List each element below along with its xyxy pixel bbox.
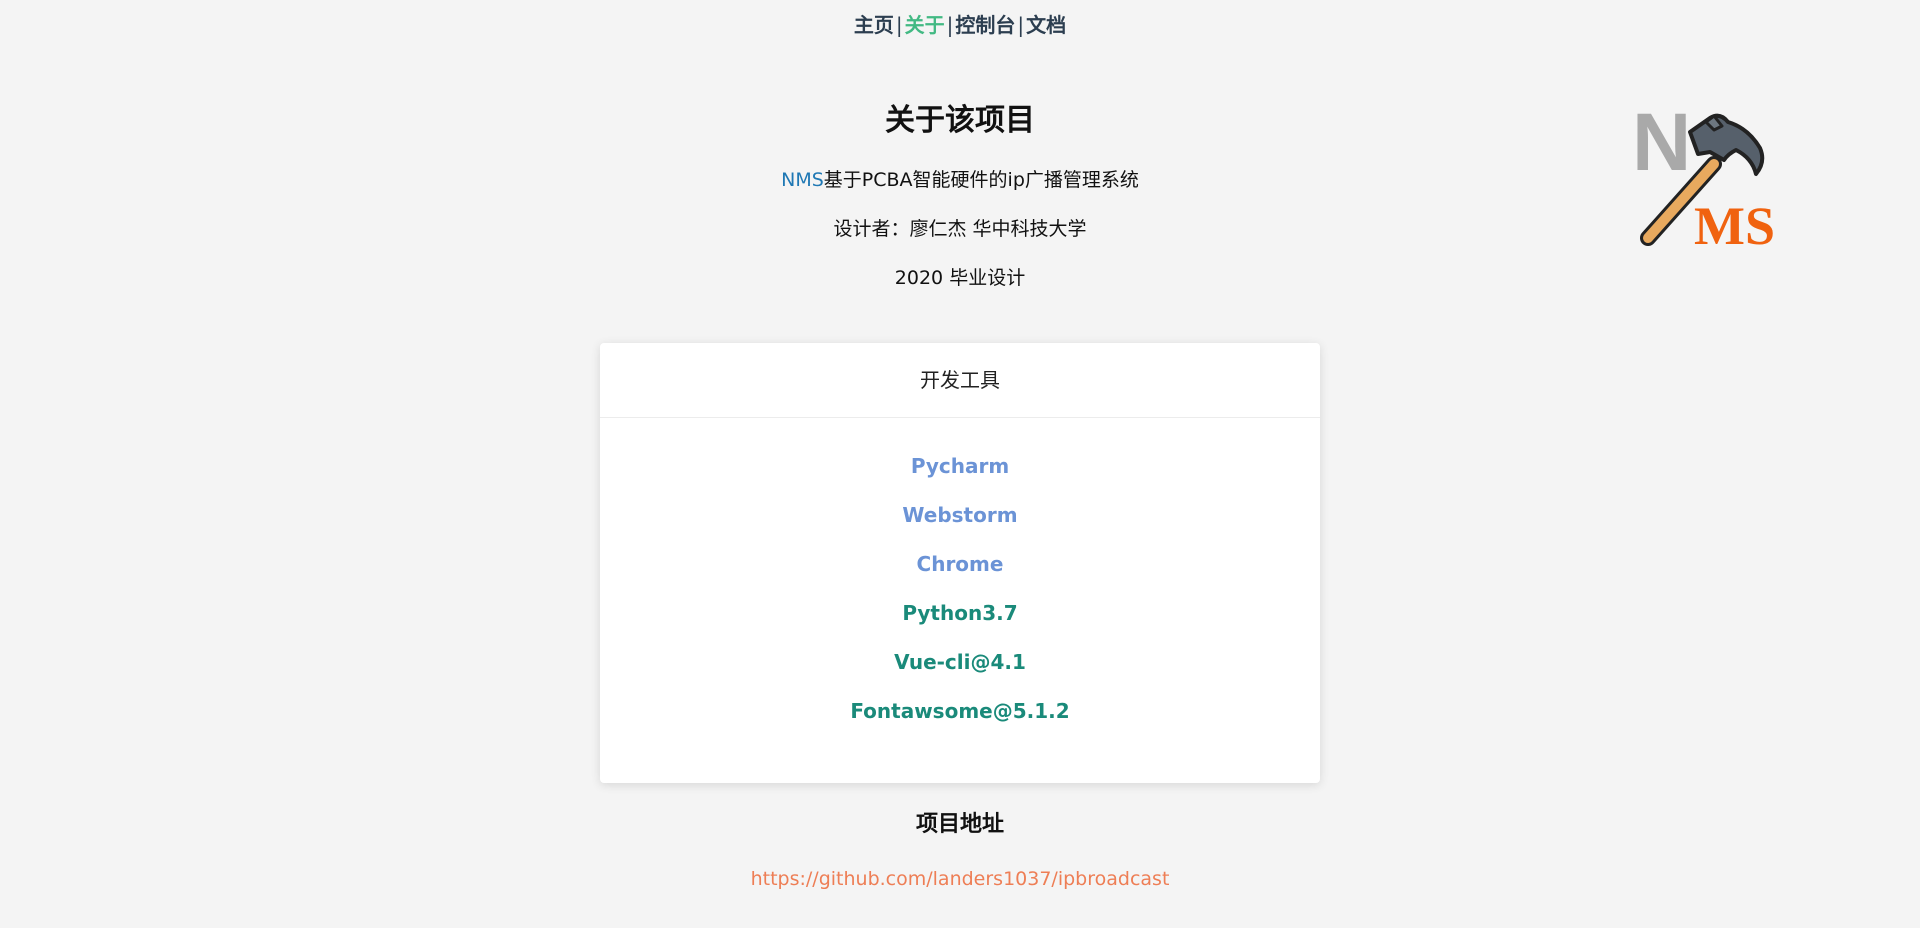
dev-tools-header: 开发工具 [600, 343, 1320, 418]
nav-separator: | [946, 13, 954, 37]
dev-tools-card: 开发工具 Pycharm Webstorm Chrome Python3.7 V… [600, 343, 1320, 783]
tool-item: Fontawsome@5.1.2 [850, 699, 1070, 723]
designer-info: 设计者：廖仁杰 华中科技大学 [833, 218, 1087, 240]
repo-heading: 项目地址 [915, 812, 1004, 837]
about-page: 主页 | 关于 | 控制台 | 文档 N MS 关于该项目 NMS基于PCBA智能硬件的ip… [0, 0, 1920, 928]
repo-link-row: https://github.com/landers1037/ipbroadca… [0, 864, 1920, 894]
nav-docs[interactable]: 文档 [1026, 13, 1066, 37]
project-description: NMS基于PCBA智能硬件的ip广播管理系统 [0, 166, 1920, 194]
top-nav: 主页 | 关于 | 控制台 | 文档 [0, 10, 1920, 40]
brand-name: NMS [781, 169, 824, 191]
nav-separator: | [895, 13, 903, 37]
repo-link[interactable]: https://github.com/landers1037/ipbroadca… [751, 868, 1170, 890]
nav-about[interactable]: 关于 [905, 13, 945, 37]
tool-item: Vue-cli@4.1 [894, 650, 1026, 674]
page-title: 关于该项目 [885, 103, 1035, 138]
nav-console[interactable]: 控制台 [955, 13, 1015, 37]
nav-home[interactable]: 主页 [854, 13, 894, 37]
graduation-note: 2020 毕业设计 [894, 267, 1026, 289]
nav-separator: | [1017, 13, 1025, 37]
tool-item: Webstorm [902, 503, 1018, 527]
tool-item: Python3.7 [902, 601, 1018, 625]
dev-tools-list: Pycharm Webstorm Chrome Python3.7 Vue-cl… [600, 418, 1320, 736]
description-text: 基于PCBA智能硬件的ip广播管理系统 [823, 169, 1139, 191]
tool-item: Pycharm [910, 454, 1010, 478]
tool-item: Chrome [916, 552, 1004, 576]
